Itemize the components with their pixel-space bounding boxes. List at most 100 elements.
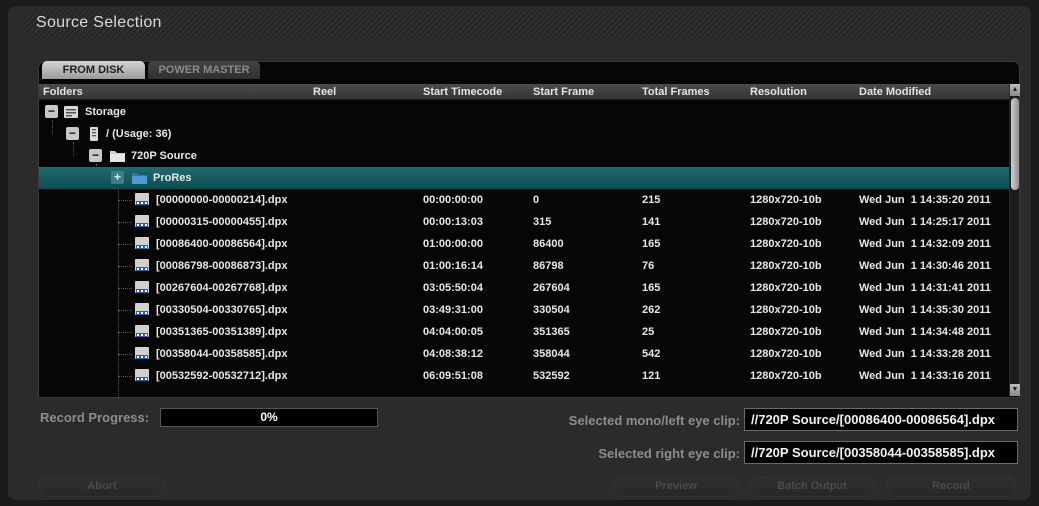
image-sequence-icon <box>135 303 149 315</box>
table-row[interactable]: [00330504-00330765].dpx 03:49:31:00 3305… <box>39 299 1009 321</box>
file-date-modified: Wed Jun 1 14:25:17 2011 <box>859 216 991 228</box>
table-row[interactable]: [00000000-00000214].dpx 00:00:00:00 0 21… <box>39 189 1009 211</box>
image-sequence-icon <box>135 325 149 337</box>
tree-row-prores[interactable]: + ProRes <box>39 167 1009 189</box>
tree-item-label: Storage <box>85 106 126 118</box>
tab-from-disk[interactable]: FROM DISK <box>42 61 145 79</box>
table-row[interactable]: [00358044-00358585].dpx 04:08:38:12 3580… <box>39 343 1009 365</box>
table-row[interactable]: [00267604-00267768].dpx 03:05:50:04 2676… <box>39 277 1009 299</box>
file-start-frame: 267604 <box>533 282 570 294</box>
file-start-frame: 86400 <box>533 238 564 250</box>
tree-guide-line <box>118 376 132 377</box>
image-sequence-icon <box>135 193 149 205</box>
column-resolution[interactable]: Resolution <box>750 86 807 98</box>
column-reel[interactable]: Reel <box>313 86 336 98</box>
file-start-timecode: 01:00:16:14 <box>423 260 483 272</box>
column-folders[interactable]: Folders <box>43 86 83 98</box>
tree-item-label: 720P Source <box>131 150 197 162</box>
tree-row-storage[interactable]: − Storage <box>39 101 1009 123</box>
file-resolution: 1280x720-10b <box>750 304 822 316</box>
file-date-modified: Wed Jun 1 14:35:20 2011 <box>859 194 991 206</box>
file-date-modified: Wed Jun 1 14:33:28 2011 <box>859 348 991 360</box>
image-sequence-icon <box>135 347 149 359</box>
title-bar <box>22 10 1026 38</box>
batch-output-button[interactable]: Batch Output <box>748 476 876 497</box>
folder-icon <box>132 173 147 184</box>
record-progress-bar: 0% <box>160 408 378 427</box>
file-name: [00330504-00330765].dpx <box>156 304 288 316</box>
record-button[interactable]: Record <box>886 476 1016 497</box>
image-sequence-icon <box>135 259 149 271</box>
preview-button[interactable]: Preview <box>612 476 740 497</box>
column-date-modified[interactable]: Date Modified <box>859 86 931 98</box>
tree-guide-line <box>118 266 132 267</box>
selected-mono-label: Selected mono/left eye clip: <box>568 413 740 428</box>
file-total-frames: 215 <box>642 194 661 206</box>
file-resolution: 1280x720-10b <box>750 216 822 228</box>
abort-button[interactable]: Abort <box>38 476 166 497</box>
file-resolution: 1280x720-10b <box>750 348 822 360</box>
selected-mono-field[interactable]: //720P Source/[00086400-00086564].dpx <box>744 408 1018 431</box>
expand-icon[interactable]: + <box>111 171 124 184</box>
tree-item-label: ProRes <box>153 172 192 184</box>
tree-guide-line <box>118 244 132 245</box>
file-start-frame: 532592 <box>533 370 570 382</box>
file-name: [00000315-00000455].dpx <box>156 216 288 228</box>
tree-guide-line <box>118 288 132 289</box>
file-resolution: 1280x720-10b <box>750 260 822 272</box>
tree-guide-line <box>118 332 132 333</box>
file-start-frame: 315 <box>533 216 552 228</box>
file-date-modified: Wed Jun 1 14:35:30 2011 <box>859 304 991 316</box>
file-resolution: 1280x720-10b <box>750 194 822 206</box>
tree-item-label: / (Usage: 36) <box>106 128 172 140</box>
file-start-timecode: 04:04:00:05 <box>423 326 483 338</box>
table-row[interactable]: [00086798-00086873].dpx 01:00:16:14 8679… <box>39 255 1009 277</box>
file-start-frame: 358044 <box>533 348 570 360</box>
file-name: [00358044-00358585].dpx <box>156 348 288 360</box>
file-start-timecode: 03:05:50:04 <box>423 282 483 294</box>
tree-row-720p-source[interactable]: − 720P Source <box>39 145 1009 167</box>
collapse-icon[interactable]: − <box>66 127 79 140</box>
table-row[interactable]: [00351365-00351389].dpx 04:04:00:05 3513… <box>39 321 1009 343</box>
selected-right-field[interactable]: //720P Source/[00358044-00358585].dpx <box>744 441 1018 464</box>
file-name: [00267604-00267768].dpx <box>156 282 288 294</box>
selected-right-label: Selected right eye clip: <box>598 446 740 461</box>
file-resolution: 1280x720-10b <box>750 282 822 294</box>
file-resolution: 1280x720-10b <box>750 370 822 382</box>
table-row[interactable]: [00532592-00532712].dpx 06:09:51:08 5325… <box>39 365 1009 387</box>
file-total-frames: 262 <box>642 304 661 316</box>
tree-guide-line <box>118 222 132 223</box>
file-name: [00086400-00086564].dpx <box>156 238 288 250</box>
collapse-icon[interactable]: − <box>45 105 58 118</box>
tab-power-master[interactable]: POWER MASTER <box>148 61 260 79</box>
file-start-frame: 86798 <box>533 260 564 272</box>
tree-guide-line <box>118 200 132 201</box>
column-start-timecode[interactable]: Start Timecode <box>423 86 502 98</box>
tree-row-volume[interactable]: − / (Usage: 36) <box>39 123 1009 145</box>
file-start-frame: 330504 <box>533 304 570 316</box>
scroll-down-icon[interactable]: ▼ <box>1010 384 1020 396</box>
image-sequence-icon <box>135 215 149 227</box>
table-row[interactable]: [00000315-00000455].dpx 00:00:13:03 315 … <box>39 211 1009 233</box>
file-start-timecode: 00:00:13:03 <box>423 216 483 228</box>
file-resolution: 1280x720-10b <box>750 238 822 250</box>
table-header: Folders Reel Start Timecode Start Frame … <box>39 84 1009 100</box>
file-date-modified: Wed Jun 1 14:30:46 2011 <box>859 260 991 272</box>
file-name: [00532592-00532712].dpx <box>156 370 288 382</box>
column-total-frames[interactable]: Total Frames <box>642 86 710 98</box>
vertical-scrollbar[interactable]: ▲ ▼ <box>1009 84 1020 396</box>
file-name: [00086798-00086873].dpx <box>156 260 288 272</box>
image-sequence-icon <box>135 237 149 249</box>
scroll-thumb[interactable] <box>1011 98 1019 190</box>
file-total-frames: 542 <box>642 348 661 360</box>
file-name: [00351365-00351389].dpx <box>156 326 288 338</box>
column-start-frame[interactable]: Start Frame <box>533 86 594 98</box>
file-start-frame: 351365 <box>533 326 570 338</box>
volume-drive-icon <box>90 127 98 141</box>
record-progress-label: Record Progress: <box>40 410 150 425</box>
collapse-icon[interactable]: − <box>89 149 102 162</box>
file-date-modified: Wed Jun 1 14:33:16 2011 <box>859 370 991 382</box>
file-start-frame: 0 <box>533 194 540 206</box>
table-row[interactable]: [00086400-00086564].dpx 01:00:00:00 8640… <box>39 233 1009 255</box>
scroll-up-icon[interactable]: ▲ <box>1010 84 1020 96</box>
